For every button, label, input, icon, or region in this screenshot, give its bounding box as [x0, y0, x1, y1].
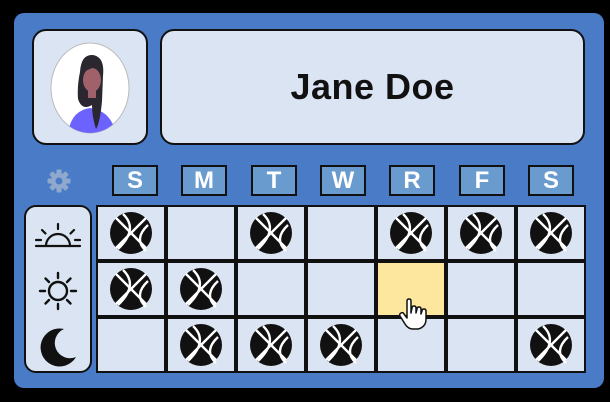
schedule-cell[interactable]	[306, 261, 376, 317]
basketball-icon	[110, 212, 152, 254]
basketball-icon	[180, 324, 222, 366]
schedule-cell[interactable]	[96, 261, 166, 317]
sunrise-icon	[34, 222, 82, 248]
avatar[interactable]	[32, 29, 148, 145]
schedule-cell[interactable]	[516, 317, 586, 373]
schedule-grid	[96, 205, 586, 373]
day-header-monday[interactable]: M	[181, 165, 227, 196]
schedule-cell[interactable]	[376, 261, 446, 317]
day-header-thursday[interactable]: R	[389, 165, 435, 196]
schedule-cell[interactable]	[376, 205, 446, 261]
basketball-icon	[530, 212, 572, 254]
profile-name-box: Jane Doe	[160, 29, 585, 145]
schedule-cell[interactable]	[446, 205, 516, 261]
schedule-cell[interactable]	[306, 205, 376, 261]
schedule-cell[interactable]	[516, 205, 586, 261]
day-header-wednesday[interactable]: W	[320, 165, 366, 196]
day-header-tuesday[interactable]: T	[251, 165, 297, 196]
basketball-icon	[250, 212, 292, 254]
schedule-cell[interactable]	[236, 205, 306, 261]
schedule-cell[interactable]	[96, 317, 166, 373]
gear-icon[interactable]	[44, 166, 74, 196]
sun-icon	[38, 271, 78, 311]
schedule-cell[interactable]	[446, 317, 516, 373]
period-night	[26, 327, 90, 367]
schedule-cell[interactable]	[166, 205, 236, 261]
basketball-icon	[460, 212, 502, 254]
time-of-day-column	[24, 205, 92, 373]
basketball-icon	[390, 212, 432, 254]
basketball-icon	[110, 268, 152, 310]
period-midday	[26, 271, 90, 311]
profile-name: Jane Doe	[290, 66, 455, 107]
schedule-cell[interactable]	[236, 317, 306, 373]
schedule-cell[interactable]	[236, 261, 306, 317]
schedule-cell[interactable]	[166, 317, 236, 373]
schedule-cell[interactable]	[306, 317, 376, 373]
moon-icon	[40, 328, 76, 367]
schedule-cell[interactable]	[446, 261, 516, 317]
schedule-cell[interactable]	[376, 317, 446, 373]
day-header-saturday[interactable]: S	[528, 165, 574, 196]
period-morning	[26, 221, 90, 251]
basketball-icon	[180, 268, 222, 310]
basketball-icon	[530, 324, 572, 366]
day-header-friday[interactable]: F	[459, 165, 505, 196]
basketball-icon	[320, 324, 362, 366]
schedule-cell[interactable]	[516, 261, 586, 317]
schedule-cell[interactable]	[96, 205, 166, 261]
day-header-sunday[interactable]: S	[112, 165, 158, 196]
basketball-icon	[250, 324, 292, 366]
schedule-cell[interactable]	[166, 261, 236, 317]
woman-avatar-icon	[50, 42, 130, 134]
